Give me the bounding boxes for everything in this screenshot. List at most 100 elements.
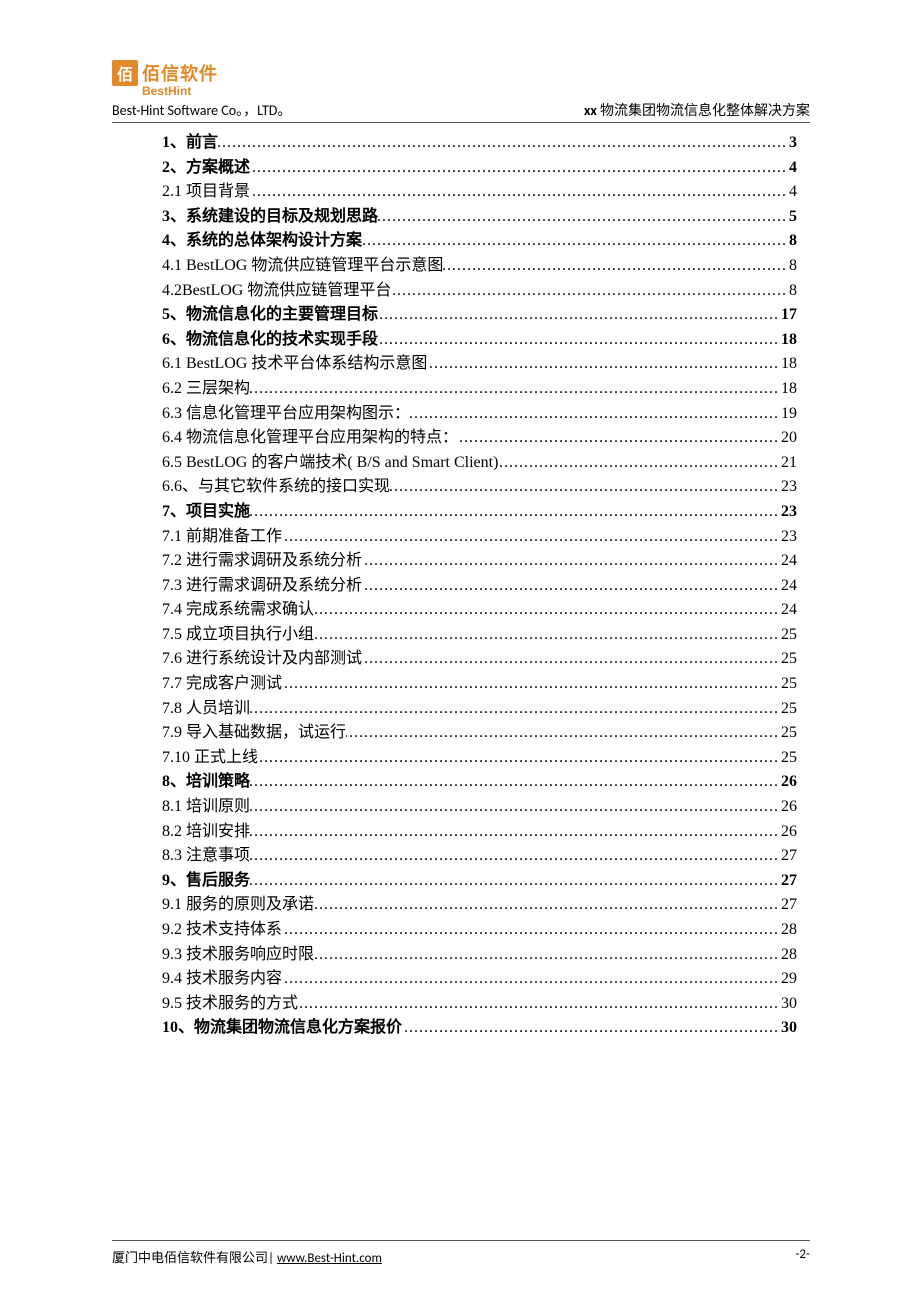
toc-leader bbox=[314, 943, 779, 968]
page-footer: 厦门中电佰信软件有限公司| www.Best-Hint.com -2- bbox=[112, 1240, 810, 1266]
toc-row[interactable]: 9.5 技术服务的方式30 bbox=[162, 992, 797, 1017]
toc-leader bbox=[362, 647, 779, 672]
toc-label: 1、前言 bbox=[162, 131, 218, 156]
toc-label: 7.2 进行需求调研及系统分析 bbox=[162, 549, 362, 574]
toc-page: 25 bbox=[779, 647, 797, 672]
toc-leader bbox=[282, 672, 779, 697]
toc-leader bbox=[443, 254, 787, 279]
logo-text-cn: 佰信软件 bbox=[142, 60, 218, 86]
toc-row[interactable]: 8.1 培训原则26 bbox=[162, 795, 797, 820]
toc-row[interactable]: 7.4 完成系统需求确认24 bbox=[162, 598, 797, 623]
footer-divider bbox=[112, 1240, 810, 1241]
toc-label: 6.4 物流信息化管理平台应用架构的特点： bbox=[162, 426, 458, 451]
toc-row[interactable]: 7.3 进行需求调研及系统分析 24 bbox=[162, 574, 797, 599]
toc-label: 4.2BestLOG 物流供应链管理平台 bbox=[162, 279, 391, 304]
toc-label: 4.1 BestLOG 物流供应链管理平台示意图 bbox=[162, 254, 443, 279]
toc-row[interactable]: 4.2BestLOG 物流供应链管理平台 8 bbox=[162, 279, 797, 304]
toc-label: 9.1 服务的原则及承诺 bbox=[162, 893, 314, 918]
toc-row[interactable]: 4.1 BestLOG 物流供应链管理平台示意图8 bbox=[162, 254, 797, 279]
table-of-contents: 1、前言 32、方案概述42.1 项目背景 43、系统建设的目标及规划思路54、系统… bbox=[162, 131, 797, 1041]
toc-row[interactable]: 1、前言 3 bbox=[162, 131, 797, 156]
toc-row[interactable]: 3、系统建设的目标及规划思路5 bbox=[162, 205, 797, 230]
footer-page-number: -2- bbox=[795, 1247, 810, 1266]
toc-row[interactable]: 9.3 技术服务响应时限 28 bbox=[162, 943, 797, 968]
toc-row[interactable]: 10、物流集团物流信息化方案报价30 bbox=[162, 1016, 797, 1041]
toc-page: 17 bbox=[779, 303, 797, 328]
toc-row[interactable]: 6、物流信息化的技术实现手段18 bbox=[162, 328, 797, 353]
toc-page: 20 bbox=[779, 426, 797, 451]
toc-leader bbox=[410, 402, 779, 427]
toc-leader bbox=[346, 721, 779, 746]
toc-page: 25 bbox=[779, 672, 797, 697]
toc-row[interactable]: 2.1 项目背景 4 bbox=[162, 180, 797, 205]
toc-row[interactable]: 6.6、与其它软件系统的接口实现23 bbox=[162, 475, 797, 500]
toc-leader bbox=[427, 352, 779, 377]
toc-label: 7.9 导入基础数据，试运行 bbox=[162, 721, 346, 746]
toc-leader bbox=[282, 918, 779, 943]
toc-row[interactable]: 9、售后服务27 bbox=[162, 869, 797, 894]
toc-label: 9.2 技术支持体系 bbox=[162, 918, 282, 943]
toc-page: 18 bbox=[779, 328, 797, 353]
toc-row[interactable]: 8.3 注意事项27 bbox=[162, 844, 797, 869]
toc-row[interactable]: 7.6 进行系统设计及内部测试25 bbox=[162, 647, 797, 672]
toc-row[interactable]: 7、项目实施23 bbox=[162, 500, 797, 525]
toc-row[interactable]: 4、系统的总体架构设计方案8 bbox=[162, 229, 797, 254]
toc-row[interactable]: 7.2 进行需求调研及系统分析24 bbox=[162, 549, 797, 574]
toc-page: 30 bbox=[779, 992, 797, 1017]
toc-page: 8 bbox=[787, 279, 797, 304]
toc-row[interactable]: 7.8 人员培训25 bbox=[162, 697, 797, 722]
toc-leader bbox=[282, 525, 779, 550]
toc-leader bbox=[390, 475, 779, 500]
toc-leader bbox=[218, 131, 787, 156]
toc-row[interactable]: 7.10 正式上线25 bbox=[162, 746, 797, 771]
toc-row[interactable]: 9.1 服务的原则及承诺27 bbox=[162, 893, 797, 918]
toc-page: 23 bbox=[779, 525, 797, 550]
toc-leader bbox=[250, 770, 779, 795]
toc-label: 3、系统建设的目标及规划思路 bbox=[162, 205, 378, 230]
toc-label: 8.1 培训原则 bbox=[162, 795, 250, 820]
toc-label: 6.6、与其它软件系统的接口实现 bbox=[162, 475, 390, 500]
toc-label: 9.3 技术服务响应时限 bbox=[162, 943, 314, 968]
toc-row[interactable]: 9.4 技术服务内容29 bbox=[162, 967, 797, 992]
toc-leader bbox=[298, 992, 779, 1017]
toc-label: 5、物流信息化的主要管理目标 bbox=[162, 303, 378, 328]
toc-page: 29 bbox=[779, 967, 797, 992]
toc-row[interactable]: 2、方案概述4 bbox=[162, 156, 797, 181]
toc-row[interactable]: 6.5 BestLOG 的客户端技术( B/S and Smart Client… bbox=[162, 451, 797, 476]
toc-page: 24 bbox=[779, 598, 797, 623]
toc-label: 7、项目实施 bbox=[162, 500, 250, 525]
toc-label: 7.3 进行需求调研及系统分析 bbox=[162, 574, 362, 599]
toc-row[interactable]: 8、培训策略26 bbox=[162, 770, 797, 795]
footer-link[interactable]: www.Best-Hint.com bbox=[277, 1251, 382, 1266]
toc-page: 3 bbox=[787, 131, 797, 156]
toc-row[interactable]: 6.1 BestLOG 技术平台体系结构示意图18 bbox=[162, 352, 797, 377]
toc-label: 6.5 BestLOG 的客户端技术( B/S and Smart Client… bbox=[162, 451, 498, 476]
toc-page: 27 bbox=[779, 844, 797, 869]
toc-row[interactable]: 5、物流信息化的主要管理目标 17 bbox=[162, 303, 797, 328]
toc-row[interactable]: 7.9 导入基础数据，试运行25 bbox=[162, 721, 797, 746]
toc-page: 28 bbox=[779, 943, 797, 968]
toc-leader bbox=[391, 279, 787, 304]
toc-page: 24 bbox=[779, 574, 797, 599]
footer-company: 厦门中电佰信软件有限公司 bbox=[112, 1251, 268, 1266]
toc-page: 21 bbox=[779, 451, 797, 476]
toc-row[interactable]: 7.5 成立项目执行小组25 bbox=[162, 623, 797, 648]
toc-page: 25 bbox=[779, 697, 797, 722]
toc-page: 4 bbox=[787, 180, 797, 205]
toc-row[interactable]: 9.2 技术支持体系28 bbox=[162, 918, 797, 943]
toc-row[interactable]: 7.7 完成客户测试25 bbox=[162, 672, 797, 697]
toc-leader bbox=[250, 500, 779, 525]
toc-leader bbox=[250, 180, 787, 205]
toc-page: 18 bbox=[779, 352, 797, 377]
toc-row[interactable]: 6.3 信息化管理平台应用架构图示：19 bbox=[162, 402, 797, 427]
toc-row[interactable]: 7.1 前期准备工作23 bbox=[162, 525, 797, 550]
toc-page: 26 bbox=[779, 770, 797, 795]
toc-row[interactable]: 6.4 物流信息化管理平台应用架构的特点： 20 bbox=[162, 426, 797, 451]
toc-row[interactable]: 8.2 培训安排26 bbox=[162, 820, 797, 845]
toc-leader bbox=[314, 598, 779, 623]
toc-leader bbox=[458, 426, 779, 451]
logo-square-icon: 佰 bbox=[112, 60, 138, 86]
toc-label: 2.1 项目背景 bbox=[162, 180, 250, 205]
toc-leader bbox=[250, 795, 779, 820]
toc-row[interactable]: 6.2 三层架构18 bbox=[162, 377, 797, 402]
